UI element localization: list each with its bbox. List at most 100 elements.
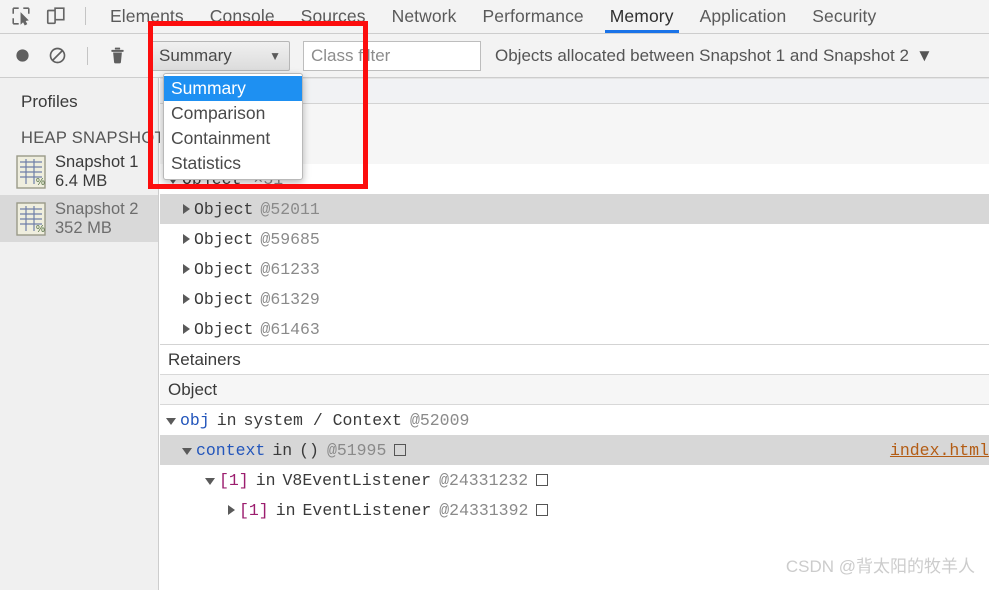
memory-action-toolbar: Summary ▼ Objects allocated between Snap… <box>0 34 989 78</box>
dropdown-item-comparison[interactable]: Comparison <box>164 101 302 126</box>
object-preview-icon[interactable] <box>394 444 407 456</box>
retainer-name: context <box>196 440 266 460</box>
inspect-element-icon[interactable] <box>10 5 32 27</box>
tab-memory[interactable]: Memory <box>597 0 687 33</box>
retainer-in: in <box>275 500 296 520</box>
retainers-title-bar: Retainers <box>160 344 989 375</box>
object-preview-icon[interactable] <box>536 474 549 486</box>
tab-label: Sources <box>300 5 366 26</box>
row-id: @61329 <box>260 289 320 309</box>
row-id: @59685 <box>260 229 320 249</box>
retainer-name: [1] <box>219 470 249 490</box>
retainer-name: [1] <box>239 500 269 520</box>
devtools-window: Elements Console Sources Network Perform… <box>0 0 989 590</box>
retainers-title: Retainers <box>168 349 241 369</box>
row-label: Object <box>194 289 254 309</box>
sidebar-item-snapshot-2[interactable]: % Snapshot 2 352 MB <box>0 195 158 242</box>
snapshot-label: Snapshot 2 352 MB <box>55 200 138 238</box>
retainer-target: EventListener <box>302 500 432 520</box>
dropdown-item-containment[interactable]: Containment <box>164 126 302 151</box>
source-link-index-html[interactable]: index.html <box>890 441 989 460</box>
sidebar-title: Profiles <box>21 92 78 111</box>
dropdown-item-statistics[interactable]: Statistics <box>164 151 302 176</box>
allocation-range-select[interactable]: Objects allocated between Snapshot 1 and… <box>495 46 933 66</box>
table-row[interactable]: Object @59685 <box>160 224 989 254</box>
chevron-down-icon: ▼ <box>915 45 933 65</box>
retainer-row[interactable]: context in () @51995 index.html <box>160 435 989 465</box>
tab-label: Memory <box>609 5 674 26</box>
chevron-down-icon[interactable] <box>182 447 192 455</box>
action-icons <box>0 45 140 66</box>
tab-elements[interactable]: Elements <box>97 0 197 33</box>
sidebar-item-snapshot-1[interactable]: % Snapshot 1 6.4 MB <box>0 148 158 195</box>
table-row[interactable]: Object @61329 <box>160 284 989 314</box>
chevron-right-icon[interactable] <box>183 234 190 244</box>
snapshot-name: Snapshot 2 <box>55 199 139 218</box>
tab-label: Security <box>812 5 877 26</box>
dropdown-item-label: Containment <box>171 128 271 148</box>
snapshot-name: Snapshot 1 <box>55 152 139 171</box>
retainer-name: obj <box>180 410 210 430</box>
class-filter-input[interactable] <box>303 40 481 71</box>
snapshot-icon: % <box>16 201 46 236</box>
view-mode-select[interactable]: Summary ▼ <box>150 40 290 71</box>
retainer-id: @51995 <box>326 440 387 460</box>
retainer-target: V8EventListener <box>282 470 432 490</box>
device-toolbar-icon[interactable] <box>45 5 67 27</box>
view-mode-dropdown-menu: Summary Comparison Containment Statistic… <box>163 73 303 180</box>
row-id: @52011 <box>260 199 320 219</box>
record-icon[interactable] <box>12 45 33 66</box>
dropdown-item-summary[interactable]: Summary <box>164 76 302 101</box>
table-row[interactable]: Object @61463 <box>160 314 989 344</box>
retainers-tree: obj in system / Context @52009 context i… <box>160 405 989 525</box>
tab-label: Performance <box>482 5 584 26</box>
chevron-right-icon[interactable] <box>183 204 190 214</box>
dropdown-item-label: Comparison <box>171 103 266 123</box>
row-id: @61233 <box>260 259 320 279</box>
tab-security[interactable]: Security <box>799 0 889 33</box>
tab-console[interactable]: Console <box>197 0 288 33</box>
chevron-right-icon[interactable] <box>183 264 190 274</box>
table-row[interactable]: Object @52011 <box>160 194 989 224</box>
retainer-in: in <box>255 470 276 490</box>
snapshot-icon: % <box>16 154 46 189</box>
retainers-column-object: Object <box>168 379 218 399</box>
retainer-id: @52009 <box>409 410 470 430</box>
row-label: Object <box>194 259 254 279</box>
chevron-right-icon[interactable] <box>228 505 235 515</box>
snapshot-size: 6.4 MB <box>55 171 108 190</box>
retainer-target: system / Context <box>243 410 402 430</box>
tab-application[interactable]: Application <box>687 0 800 33</box>
snapshot-size: 352 MB <box>55 218 112 237</box>
chevron-down-icon: ▼ <box>269 48 281 63</box>
retainer-row[interactable]: [1] in EventListener @24331392 <box>160 495 989 525</box>
chevron-right-icon[interactable] <box>183 294 190 304</box>
retainer-row[interactable]: obj in system / Context @52009 <box>160 405 989 435</box>
clear-icon[interactable] <box>47 45 68 66</box>
object-preview-icon[interactable] <box>536 504 549 516</box>
row-label: Object <box>194 229 254 249</box>
dropdown-item-label: Summary <box>171 78 246 98</box>
tab-network[interactable]: Network <box>379 0 470 33</box>
tab-label: Console <box>209 5 275 26</box>
retainer-id: @24331232 <box>439 470 529 490</box>
retainer-row[interactable]: [1] in V8EventListener @24331232 <box>160 465 989 495</box>
trash-icon[interactable] <box>107 45 128 66</box>
tab-label: Elements <box>110 5 184 26</box>
row-id: @61463 <box>260 319 320 339</box>
view-mode-value: Summary <box>159 45 232 65</box>
row-label: Object <box>194 319 254 339</box>
action-divider <box>87 46 88 65</box>
table-row[interactable]: Object @61233 <box>160 254 989 284</box>
chevron-right-icon[interactable] <box>183 324 190 334</box>
profiles-sidebar: Profiles HEAP SNAPSHOTS % Snapshot 1 6.4… <box>0 78 176 590</box>
tab-sources[interactable]: Sources <box>288 0 379 33</box>
chevron-down-icon[interactable] <box>205 477 215 485</box>
tabstrip-tool-icons <box>0 0 97 33</box>
allocation-range-value: Objects allocated between Snapshot 1 and… <box>495 45 909 65</box>
retainer-in: in <box>216 410 237 430</box>
tab-performance[interactable]: Performance <box>469 0 596 33</box>
svg-text:%: % <box>36 224 45 235</box>
panel-tabs: Elements Console Sources Network Perform… <box>97 0 989 33</box>
chevron-down-icon[interactable] <box>166 417 176 425</box>
